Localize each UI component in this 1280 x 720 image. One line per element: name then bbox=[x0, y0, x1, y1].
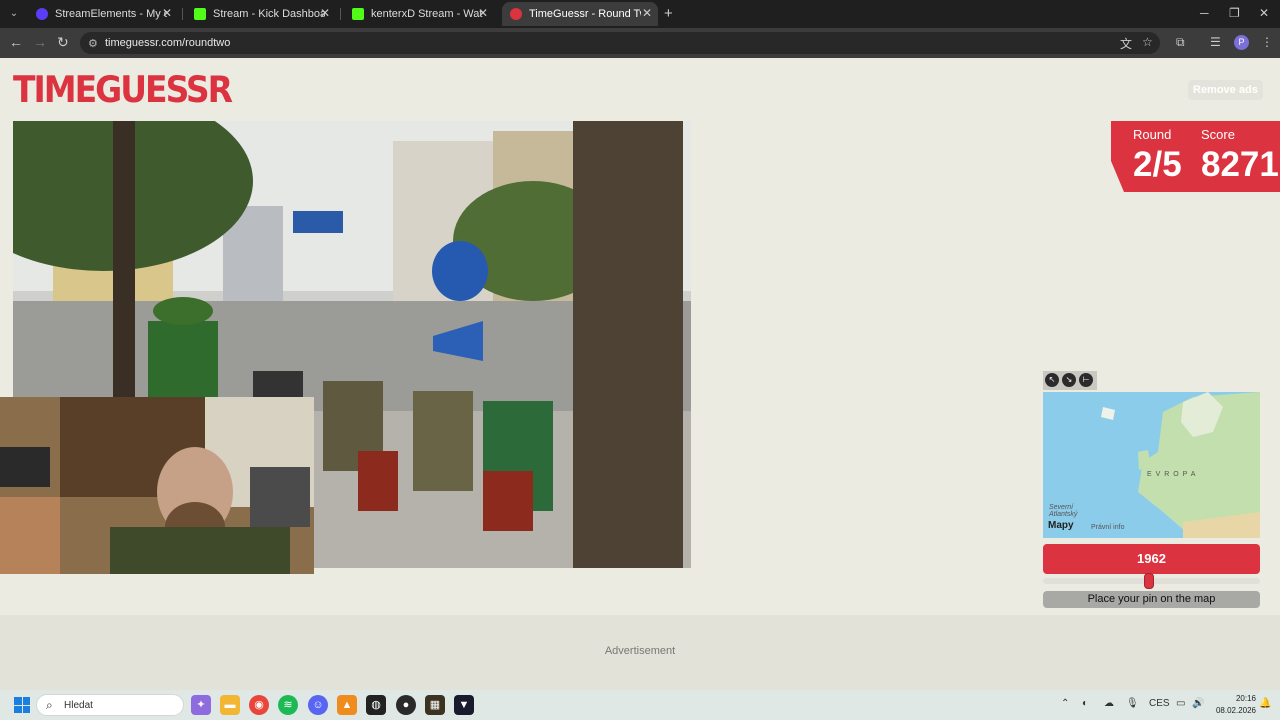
clock-date: 08.02.2026 bbox=[1215, 706, 1256, 715]
remove-ads-button[interactable]: Remove ads bbox=[1188, 80, 1263, 100]
close-window-icon[interactable]: ✕ bbox=[1259, 6, 1269, 20]
windows-taskbar: ⌕ Hledat ✦ ▬ ◉ ≋ ☺ ▲ ◍ ● ▦ ▼ ⌃ ◐ ☁ 🎙 CES… bbox=[0, 690, 1280, 720]
round-label: Round bbox=[1133, 127, 1172, 142]
volume-icon[interactable]: 🔊 bbox=[1192, 698, 1204, 709]
guess-map[interactable]: E V R O P A Severní Atlantský Mapy Právn… bbox=[1043, 392, 1260, 538]
map-toolbar: ↖ ↘ ⊢ bbox=[1043, 371, 1097, 390]
tab-divider bbox=[340, 8, 341, 20]
reading-list-icon[interactable]: ☰ bbox=[1210, 35, 1221, 49]
tab-kenterxd-stream[interactable]: kenterxD Stream - Watch Live o ✕ bbox=[344, 2, 494, 26]
copilot-app-icon[interactable]: ✦ bbox=[191, 695, 211, 715]
score-value: 8271 bbox=[1201, 145, 1279, 184]
minimize-icon[interactable]: ─ bbox=[1200, 6, 1209, 20]
kick-favicon-icon bbox=[352, 8, 364, 20]
reload-icon[interactable]: ↻ bbox=[57, 34, 69, 51]
address-bar[interactable]: ⚙ timeguessr.com/roundtwo bbox=[80, 32, 1160, 54]
chrome-app-icon[interactable]: ◉ bbox=[249, 695, 269, 715]
restore-icon[interactable]: ❐ bbox=[1229, 6, 1240, 20]
shrink-map-icon[interactable]: ↘ bbox=[1062, 373, 1076, 387]
discord-app-icon[interactable]: ☺ bbox=[308, 695, 328, 715]
round-value: 2/5 bbox=[1133, 145, 1182, 184]
close-tab-icon[interactable]: ✕ bbox=[320, 6, 330, 20]
language-indicator[interactable]: CES bbox=[1149, 698, 1170, 709]
streaming-app-icon[interactable]: ▼ bbox=[454, 695, 474, 715]
site-info-icon[interactable]: ⚙ bbox=[88, 37, 98, 50]
pin-map-icon[interactable]: ⊢ bbox=[1079, 373, 1093, 387]
advertisement-banner: Advertisement bbox=[0, 615, 1280, 690]
taskbar-clock[interactable]: 20:16 08.02.2026 bbox=[1208, 693, 1256, 717]
map-legal-link[interactable]: Právní info bbox=[1091, 524, 1124, 531]
wifi-icon[interactable]: ▭ bbox=[1176, 698, 1185, 709]
timeguessr-favicon-icon bbox=[510, 8, 522, 20]
more-menu-icon[interactable]: ⋮ bbox=[1261, 35, 1273, 49]
translate-icon[interactable]: 文 bbox=[1120, 35, 1132, 52]
microphone-icon[interactable]: 🎙 bbox=[1126, 698, 1139, 709]
back-arrow-icon[interactable]: ← bbox=[9, 34, 23, 50]
file-explorer-icon[interactable]: ▬ bbox=[220, 695, 240, 715]
tray-overflow-chevron-icon[interactable]: ⌃ bbox=[1061, 698, 1069, 709]
windows-start-icon[interactable] bbox=[14, 697, 30, 713]
timeguessr-page: TIMEGUESSR Remove ads Round Score 2/5 82… bbox=[0, 58, 1280, 690]
clock-time: 20:16 bbox=[1235, 694, 1256, 703]
obs-app-icon[interactable]: ◍ bbox=[366, 695, 386, 715]
advertisement-label: Advertisement bbox=[604, 645, 676, 657]
place-pin-button[interactable]: Place your pin on the map bbox=[1043, 591, 1260, 608]
url-text[interactable]: timeguessr.com/roundtwo bbox=[105, 37, 230, 49]
close-tab-icon[interactable]: ✕ bbox=[642, 6, 652, 20]
map-attribution[interactable]: Mapy bbox=[1048, 520, 1074, 531]
taskbar-search-box[interactable]: ⌕ Hledat bbox=[36, 694, 184, 716]
browser-toolbar: ← → ↻ ⚙ timeguessr.com/roundtwo 文 ☆ ⧉ ☰ … bbox=[0, 28, 1280, 58]
kick-favicon-icon bbox=[194, 8, 206, 20]
tab-kick-dashboard[interactable]: Stream - Kick Dashboard ✕ bbox=[186, 2, 336, 26]
year-slider-thumb[interactable] bbox=[1144, 573, 1155, 589]
vlc-app-icon[interactable]: ▲ bbox=[337, 695, 357, 715]
streamer-webcam-overlay bbox=[0, 397, 314, 574]
score-label: Score bbox=[1201, 127, 1235, 142]
new-tab-plus-icon[interactable]: + bbox=[664, 5, 673, 22]
extensions-icon[interactable]: ⧉ bbox=[1176, 35, 1185, 50]
browser-tab-bar: ⌄ StreamElements - My dashboard ✕ Stream… bbox=[0, 0, 1280, 28]
forward-arrow-icon[interactable]: → bbox=[33, 34, 47, 50]
round-score-panel: Round Score 2/5 8271 bbox=[1111, 121, 1280, 192]
tray-app-icon[interactable]: ◐ bbox=[1082, 698, 1088, 709]
webcam-feed-image bbox=[0, 397, 314, 574]
profile-avatar[interactable]: P bbox=[1234, 35, 1249, 50]
map-region-label: E V R O P A bbox=[1147, 471, 1197, 478]
bookmark-star-icon[interactable]: ☆ bbox=[1142, 35, 1153, 49]
timeguessr-logo[interactable]: TIMEGUESSR bbox=[13, 67, 233, 112]
network-tray-icon[interactable]: ☁ bbox=[1104, 698, 1114, 709]
streamelements-favicon-icon bbox=[36, 8, 48, 20]
close-tab-icon[interactable]: ✕ bbox=[478, 6, 488, 20]
year-display: 1962 bbox=[1043, 544, 1260, 574]
notifications-icon[interactable]: 🔔 bbox=[1259, 698, 1271, 709]
close-tab-icon[interactable]: ✕ bbox=[162, 6, 172, 20]
tab-streamelements[interactable]: StreamElements - My dashboard ✕ bbox=[28, 2, 178, 26]
tab-search-chevron-icon[interactable]: ⌄ bbox=[6, 6, 22, 22]
tab-timeguessr[interactable]: TimeGuessr - Round Two ✕ bbox=[502, 2, 658, 26]
expand-map-icon[interactable]: ↖ bbox=[1045, 373, 1059, 387]
spotify-app-icon[interactable]: ≋ bbox=[278, 695, 298, 715]
recorder-app-icon[interactable]: ● bbox=[396, 695, 416, 715]
search-icon: ⌕ bbox=[46, 698, 53, 712]
map-ocean-label: Severní Atlantský bbox=[1049, 504, 1078, 518]
app-icon[interactable]: ▦ bbox=[425, 695, 445, 715]
tab-divider bbox=[182, 8, 183, 20]
